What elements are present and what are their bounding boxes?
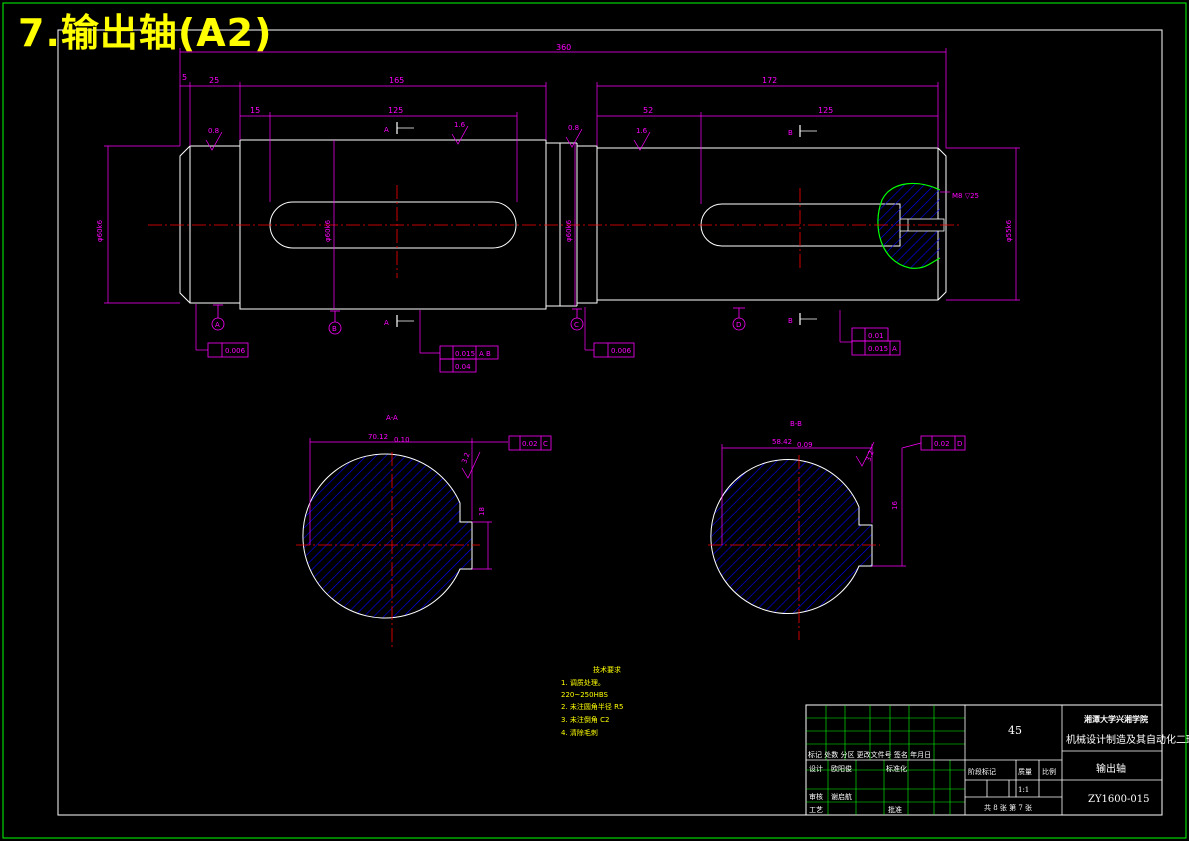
- tol-t3: 0.006: [611, 347, 632, 355]
- shaft-step: [546, 142, 561, 307]
- dim-keyway-right: 125: [818, 106, 833, 115]
- notes-item-1: 1. 调质处理。: [561, 678, 605, 687]
- tol-t2a-ref: A B: [479, 350, 491, 358]
- tol-t2b: 0.04: [455, 363, 471, 371]
- section-bb-dim: 58.42: [772, 438, 792, 446]
- roughness-r3: 0.8: [568, 124, 579, 132]
- section-mark-b-top: B: [788, 129, 793, 137]
- tol-t1: 0.006: [225, 347, 246, 355]
- title-block: 45 湘潭大学兴湘学院 机械设计制造及其自动化二班 输出轴 ZY1600-015…: [805, 704, 1189, 816]
- dim-keyway-offset: 15: [250, 106, 260, 115]
- technical-notes: 技术要求 1. 调质处理。 220~250HBS 2. 未注圆角半径 R5 3.…: [561, 665, 623, 737]
- tb-scale-label: 比例: [1042, 767, 1056, 776]
- dim-overall: 360: [556, 43, 571, 52]
- section-aa-depth: 18: [478, 507, 486, 516]
- section-cut-marks: [396, 122, 801, 327]
- section-bb-depth: 16: [891, 501, 899, 510]
- section-aa: A-A 70.12 0.10 3.2 18: [296, 414, 508, 650]
- section-bb-title: B-B: [790, 420, 802, 428]
- tb-stage-label: 阶段标记: [968, 767, 996, 776]
- tol-t4a: 0.01: [868, 332, 884, 340]
- dim-large-section: 165: [389, 76, 404, 85]
- tb-material: 45: [1008, 724, 1022, 737]
- dim-right-offset: 52: [643, 106, 653, 115]
- dim-dia-mid: φ60k6: [565, 219, 573, 242]
- datum-c: C: [574, 321, 579, 329]
- roughness-r1: 0.8: [208, 127, 219, 135]
- tb-checker-label: 审核: [809, 792, 823, 801]
- tb-part-name: 输出轴: [1096, 762, 1126, 775]
- notes-item-2: 220~250HBS: [561, 691, 609, 699]
- shaft-right-section: [577, 145, 598, 304]
- tb-scale: 1:1: [1018, 786, 1029, 794]
- section-aa-dim: 70.12: [368, 433, 388, 441]
- datum-d: D: [736, 321, 741, 329]
- section-bb-tol: 0.09: [797, 441, 813, 449]
- section-mark-a-bottom: A: [384, 319, 389, 327]
- section-aa-shape: [302, 453, 473, 619]
- tb-designer-label: 设计: [809, 764, 823, 773]
- section-bb-shape: [710, 459, 873, 614]
- section-aa-title: A-A: [386, 414, 398, 422]
- tb-approve-label: 批准: [888, 805, 902, 814]
- notes-item-5: 4. 清除毛刺: [561, 728, 598, 737]
- tb-designer: 欧阳俊: [831, 764, 852, 773]
- notes-title: 技术要求: [593, 665, 621, 674]
- roughness-r2: 1.6: [454, 121, 466, 129]
- section-mark-a-top: A: [384, 126, 389, 134]
- roughness-r4: 1.6: [636, 127, 648, 135]
- dim-left-step: 5: [182, 73, 187, 82]
- notes-item-3: 2. 未注圆角半径 R5: [561, 702, 623, 711]
- datum-b: B: [332, 325, 337, 333]
- dim-dia-left: φ60k6: [96, 219, 104, 242]
- tol-sa: 0.02: [522, 440, 538, 448]
- tb-header-row: 标记 处数 分区 更改文件号 签名 年月日: [808, 750, 931, 759]
- tolerance-frames: [207, 327, 966, 451]
- tb-drawing-no: ZY1600-015: [1088, 794, 1149, 805]
- drawing-sheet: 360 5 25 165 172 15 125 52 125 φ60k6 φ60…: [2, 2, 1189, 839]
- dim-dia-right: φ55k6: [1005, 219, 1013, 242]
- tol-sa-ref: C: [543, 440, 548, 448]
- notes-item-4: 3. 未注倒角 C2: [561, 715, 609, 724]
- tol-t2a: 0.015: [455, 350, 475, 358]
- drawing-headline: 7.输出轴(A2): [18, 11, 273, 55]
- tb-checker: 谢启航: [831, 792, 852, 801]
- dim-first-shoulder: 25: [209, 76, 219, 85]
- dim-right-section: 172: [762, 76, 777, 85]
- section-bb-rough: 3.2: [864, 449, 875, 462]
- tb-process-label: 工艺: [809, 806, 823, 814]
- outer-border: [2, 2, 1187, 839]
- shaft-large-section: [239, 139, 547, 310]
- section-aa-tol: 0.10: [394, 436, 410, 444]
- tb-standard-label: 标准化: [886, 764, 907, 773]
- tb-school: 湘潭大学兴湘学院: [1084, 714, 1148, 724]
- tb-major: 机械设计制造及其自动化二班: [1066, 733, 1189, 746]
- tol-t4b-ref: A: [892, 345, 897, 353]
- tb-sheets: 共 8 张 第 7 张: [984, 803, 1032, 812]
- section-bb: B-B 58.42 0.09 3.2 16: [708, 420, 922, 640]
- shaft-main-view: [179, 139, 947, 310]
- dim-thread: M8 ▽25: [952, 192, 979, 200]
- tol-sb-ref: D: [957, 440, 962, 448]
- tol-t4b: 0.015: [868, 345, 888, 353]
- tb-weight-label: 质量: [1018, 767, 1032, 776]
- tol-sb: 0.02: [934, 440, 950, 448]
- section-aa-rough: 3.2: [460, 451, 471, 464]
- dim-keyway-left: 125: [388, 106, 403, 115]
- shaft-left-journal: [179, 145, 240, 304]
- section-mark-b-bottom: B: [788, 317, 793, 325]
- datum-a: A: [215, 321, 220, 329]
- dim-dia-key-left: φ60k6: [324, 219, 332, 242]
